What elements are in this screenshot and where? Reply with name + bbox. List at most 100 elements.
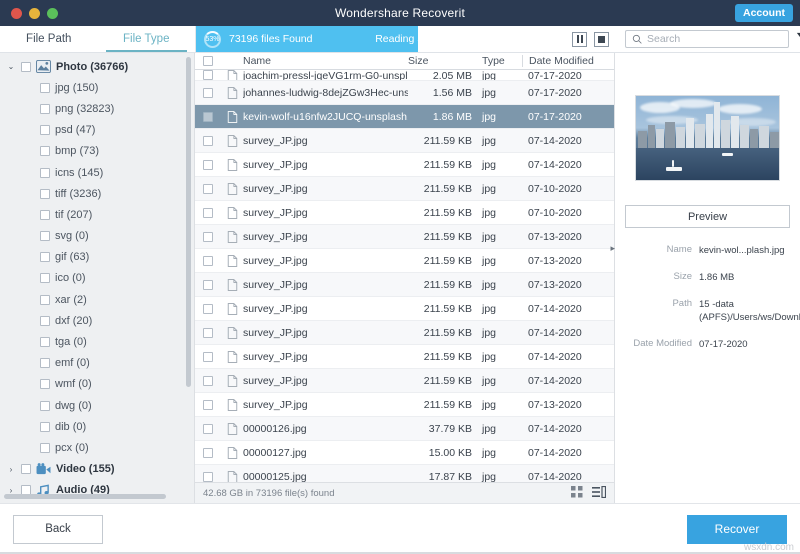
item-checkbox[interactable] (40, 231, 50, 242)
row-checkbox[interactable] (203, 207, 213, 218)
item-checkbox[interactable] (40, 421, 50, 432)
table-row[interactable]: survey_JP.jpg 211.59 KB jpg 07-10-2020 (195, 201, 614, 225)
row-checkbox[interactable] (203, 87, 213, 98)
sidebar-item-icns[interactable]: icns (145) (0, 162, 194, 183)
grid-view-icon[interactable] (571, 485, 583, 501)
collapse-preview-arrow[interactable]: ▸ (610, 243, 615, 254)
row-select-cell[interactable] (195, 231, 221, 242)
recover-button[interactable]: Recover (687, 514, 787, 544)
row-checkbox[interactable] (203, 375, 213, 386)
table-row[interactable]: survey_JP.jpg 211.59 KB jpg 07-14-2020 (195, 129, 614, 153)
sidebar-item-psd[interactable]: psd (47) (0, 120, 194, 141)
list-view-icon[interactable] (592, 485, 607, 501)
search-input[interactable] (647, 33, 782, 45)
table-row[interactable]: survey_JP.jpg 211.59 KB jpg 07-14-2020 (195, 345, 614, 369)
preview-button[interactable]: Preview (625, 205, 790, 228)
item-checkbox[interactable] (40, 442, 50, 453)
row-select-cell[interactable] (195, 471, 221, 482)
sidebar-item-ico[interactable]: ico (0) (0, 268, 194, 289)
row-checkbox[interactable] (203, 399, 213, 410)
row-select-cell[interactable] (195, 255, 221, 266)
item-checkbox[interactable] (40, 146, 50, 157)
row-select-cell[interactable] (195, 159, 221, 170)
row-checkbox[interactable] (203, 447, 213, 458)
item-checkbox[interactable] (40, 400, 50, 411)
chevron-down-icon[interactable]: ⌄ (6, 62, 16, 71)
row-checkbox[interactable] (203, 159, 213, 170)
sidebar-item-dib[interactable]: dib (0) (0, 416, 194, 437)
sidebar-item-pcx[interactable]: pcx (0) (0, 437, 194, 458)
table-row[interactable]: joachim-pressl-jqeVG1rm-G0-unsplash.jpg 2… (195, 70, 614, 81)
tab-file-type[interactable]: File Type (98, 26, 196, 52)
row-checkbox[interactable] (203, 135, 213, 146)
table-row[interactable]: survey_JP.jpg 211.59 KB jpg 07-13-2020 (195, 393, 614, 417)
item-checkbox[interactable] (40, 273, 50, 284)
table-row[interactable]: survey_JP.jpg 211.59 KB jpg 07-13-2020 (195, 225, 614, 249)
sidebar-group-video[interactable]: › Video (155) (0, 459, 194, 480)
row-checkbox[interactable] (203, 111, 213, 122)
column-header-type[interactable]: Type (482, 55, 522, 67)
sidebar-item-tif[interactable]: tif (207) (0, 204, 194, 225)
table-row[interactable]: johannes-ludwig-8dejZGw3Hec-unsplash.jpg… (195, 81, 614, 105)
row-checkbox[interactable] (203, 423, 213, 434)
item-checkbox[interactable] (40, 252, 50, 263)
back-button[interactable]: Back (13, 514, 103, 544)
group-checkbox[interactable] (21, 61, 31, 72)
item-checkbox[interactable] (40, 82, 50, 93)
row-select-cell[interactable] (195, 87, 221, 98)
item-checkbox[interactable] (40, 358, 50, 369)
sidebar-item-bmp[interactable]: bmp (73) (0, 141, 194, 162)
select-all-cell[interactable] (195, 56, 221, 66)
row-select-cell[interactable] (195, 447, 221, 458)
table-row[interactable]: survey_JP.jpg 211.59 KB jpg 07-14-2020 (195, 369, 614, 393)
item-checkbox[interactable] (40, 167, 50, 178)
row-select-cell[interactable] (195, 399, 221, 410)
row-checkbox[interactable] (203, 279, 213, 290)
filter-button[interactable] (795, 31, 800, 47)
item-checkbox[interactable] (40, 315, 50, 326)
table-row[interactable]: survey_JP.jpg 211.59 KB jpg 07-13-2020 (195, 273, 614, 297)
item-checkbox[interactable] (40, 103, 50, 114)
item-checkbox[interactable] (40, 379, 50, 390)
row-select-cell[interactable] (195, 135, 221, 146)
sidebar-group-photo[interactable]: ⌄ Photo (36766) (0, 56, 194, 77)
account-button[interactable]: Account (735, 4, 793, 22)
table-row[interactable]: kevin-wolf-u16nfw2JUCQ-unsplash.jpg 1.86 … (195, 105, 614, 129)
table-row[interactable]: survey_JP.jpg 211.59 KB jpg 07-10-2020 (195, 177, 614, 201)
column-header-name[interactable]: Name (221, 55, 408, 67)
item-checkbox[interactable] (40, 125, 50, 136)
maximize-window-icon[interactable] (47, 7, 58, 19)
search-box[interactable] (625, 30, 789, 48)
sidebar-item-svg[interactable]: svg (0) (0, 226, 194, 247)
row-select-cell[interactable] (195, 207, 221, 218)
row-select-cell[interactable] (195, 327, 221, 338)
row-checkbox[interactable] (203, 183, 213, 194)
sidebar-horizontal-scrollbar[interactable] (4, 494, 166, 499)
sidebar-item-tga[interactable]: tga (0) (0, 331, 194, 352)
column-header-size[interactable]: Size (408, 55, 482, 67)
table-row[interactable]: 00000126.jpg 37.79 KB jpg 07-14-2020 (195, 417, 614, 441)
pause-scan-button[interactable] (572, 31, 587, 47)
table-row[interactable]: survey_JP.jpg 211.59 KB jpg 07-14-2020 (195, 297, 614, 321)
row-select-cell[interactable] (195, 351, 221, 362)
item-checkbox[interactable] (40, 337, 50, 348)
stop-scan-button[interactable] (594, 31, 609, 47)
table-row[interactable]: 00000127.jpg 15.00 KB jpg 07-14-2020 (195, 441, 614, 465)
row-select-cell[interactable] (195, 183, 221, 194)
item-checkbox[interactable] (40, 209, 50, 220)
sidebar-scrollbar[interactable] (186, 57, 191, 481)
sidebar-item-emf[interactable]: emf (0) (0, 353, 194, 374)
file-type-sidebar[interactable]: ⌄ Photo (36766) jpg (150) png (32823) psd (4… (0, 53, 195, 503)
sidebar-item-png[interactable]: png (32823) (0, 98, 194, 119)
column-header-date[interactable]: Date Modified (522, 55, 614, 67)
row-checkbox[interactable] (203, 471, 213, 482)
item-checkbox[interactable] (40, 294, 50, 305)
group-checkbox[interactable] (21, 464, 31, 475)
sidebar-item-dwg[interactable]: dwg (0) (0, 395, 194, 416)
chevron-right-icon[interactable]: › (6, 465, 16, 474)
table-row[interactable]: survey_JP.jpg 211.59 KB jpg 07-14-2020 (195, 153, 614, 177)
sidebar-item-tiff[interactable]: tiff (3236) (0, 183, 194, 204)
sidebar-item-wmf[interactable]: wmf (0) (0, 374, 194, 395)
row-select-cell[interactable] (195, 70, 221, 80)
row-select-cell[interactable] (195, 375, 221, 386)
